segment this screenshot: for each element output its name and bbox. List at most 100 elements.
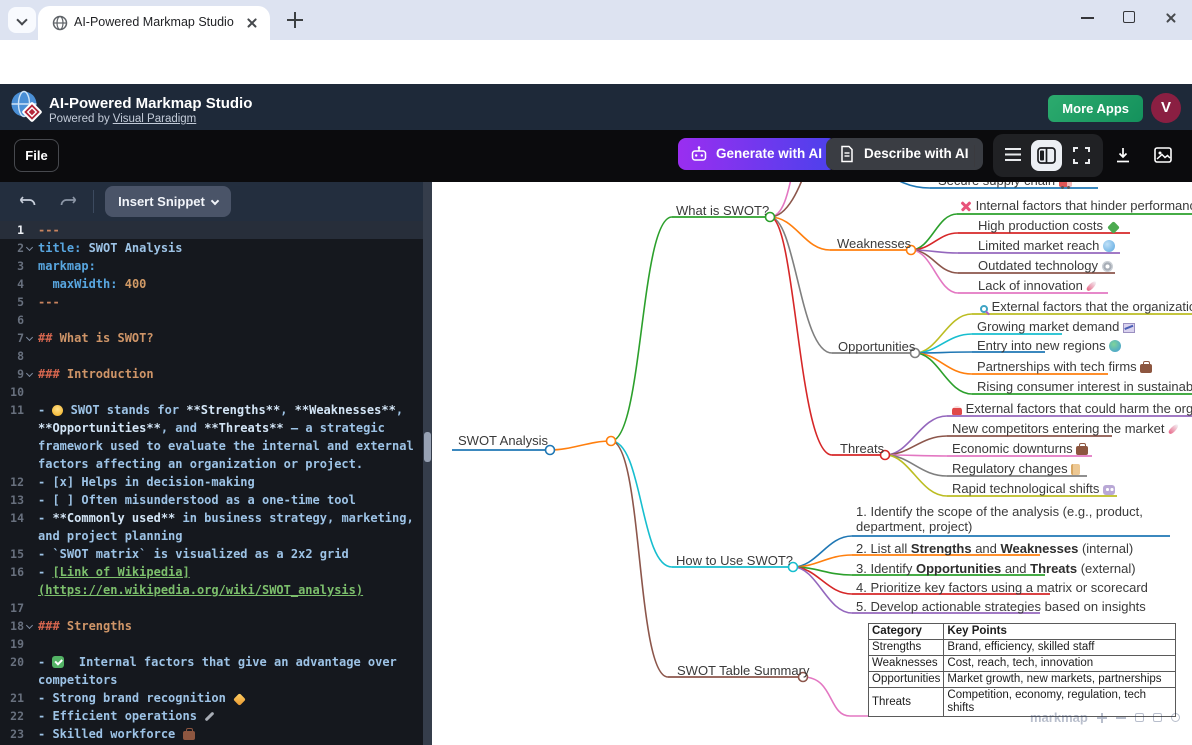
split-view-button[interactable] [1031,140,1062,171]
fold-chevron-icon[interactable] [26,244,33,251]
mindmap-node-opportunity-item-5[interactable]: Rising consumer interest in sustainabili… [977,379,1192,394]
mindmap-canvas[interactable]: SWOT Analysis What is SWOT? Secure supply … [432,182,1192,745]
undo-icon[interactable] [19,193,37,209]
editor-row[interactable]: 22- Efficient operations [0,707,424,725]
editor-row[interactable]: competitors [0,671,424,689]
zoom-in-icon[interactable] [1097,713,1107,723]
editor-row[interactable]: 1--- [0,221,424,239]
export-image-icon[interactable] [1153,145,1173,165]
mindmap-node-opportunity-item-2[interactable]: Growing market demand [977,319,1135,334]
rocket-icon [1168,423,1180,435]
editor-row[interactable]: 13- [ ] Often misunderstood as a one-tim… [0,491,424,509]
junction-node-circle[interactable] [607,437,616,446]
editor-row[interactable]: 5--- [0,293,424,311]
editor-row[interactable]: 12- [x] Helps in decision-making [0,473,424,491]
fold-chevron-icon[interactable] [26,370,33,377]
mindmap-node-threat-item-4[interactable]: Regulatory changes [952,461,1080,476]
new-tab-button[interactable] [286,11,304,29]
zoom-out-icon[interactable] [1116,717,1126,719]
line-number: 6 [0,311,24,329]
editor-row[interactable]: factors affecting an organization or pro… [0,455,424,473]
mindmap-node-howto-step-1[interactable]: 1. Identify the scope of the analysis (e… [856,504,1168,534]
markdown-editor[interactable]: 1---2title: SWOT Analysis3markmap:4 maxW… [0,221,424,745]
editor-row[interactable]: 10 [0,383,424,401]
generate-with-ai-button[interactable]: Generate with AI [678,138,836,170]
editor-row[interactable]: 8 [0,347,424,365]
mindmap-node-secure-supply-chain[interactable]: Secure supply chain [938,182,1072,188]
mindmap-node-howto-step-5[interactable]: 5. Develop actionable strategies based o… [856,599,1146,614]
fullscreen-map-icon[interactable] [1153,713,1162,722]
editor-row[interactable]: 16- [Link of Wikipedia] [0,563,424,581]
table-cell: Opportunities [869,672,944,688]
editor-row[interactable]: 17 [0,599,424,617]
editor-row[interactable]: 6 [0,311,424,329]
browser-active-tab[interactable]: AI-Powered Markmap Studio [38,6,270,40]
mindmap-node-weakness-item-2[interactable]: High production costs [978,218,1120,233]
mindmap-node-opportunity-item-4[interactable]: Partnerships with tech firms [977,359,1152,374]
mindmap-node-weaknesses[interactable]: Weaknesses [837,236,911,251]
editor-only-view-icon[interactable] [1005,148,1021,162]
mindmap-node-how-to-use-swot[interactable]: How to Use SWOT? [676,553,793,568]
window-maximize-button[interactable] [1123,11,1135,23]
editor-row[interactable]: 7## What is SWOT? [0,329,424,347]
editor-row[interactable]: 3markmap: [0,257,424,275]
powered-by-text: Powered by [49,113,110,125]
mindmap-node-threat-item-1[interactable]: External factors that could harm the org… [952,401,1192,416]
mindmap-node-howto-step-4[interactable]: 4. Prioritize key factors using a matrix… [856,580,1148,595]
mindmap-node-weakness-item-4[interactable]: Outdated technology [978,258,1113,273]
editor-row[interactable]: 9### Introduction [0,365,424,383]
editor-row[interactable]: 2title: SWOT Analysis [0,239,424,257]
visual-paradigm-link[interactable]: Visual Paradigm [113,113,197,125]
mindmap-node-howto-step-2[interactable]: 2. List all Strengths and Weaknesses (in… [856,541,1133,556]
fold-chevron-icon[interactable] [26,622,33,629]
window-minimize-button[interactable] [1081,10,1095,24]
mindmap-node-swot-analysis-root[interactable]: SWOT Analysis [458,433,548,448]
fold-chevron-icon[interactable] [26,334,33,341]
mindmap-node-howto-step-3[interactable]: 3. Identify Opportunities and Threats (e… [856,561,1136,576]
mindmap-node-threat-item-2[interactable]: New competitors entering the market [952,421,1179,436]
insert-snippet-button[interactable]: Insert Snippet [105,186,231,217]
refresh-map-icon[interactable] [1171,713,1180,722]
code-text: maxWidth: 400 [38,275,146,293]
fullscreen-view-icon[interactable] [1073,147,1090,164]
editor-row[interactable]: 21- Strong brand recognition [0,689,424,707]
window-close-button[interactable] [1163,10,1178,25]
mindmap-node-threat-item-3[interactable]: Economic downturns [952,441,1088,456]
mindmap-node-threats[interactable]: Threats [840,441,884,456]
editor-row[interactable]: and project planning [0,527,424,545]
mindmap-node-opportunity-item-3[interactable]: Entry into new regions [977,338,1121,353]
mindmap-node-opportunities[interactable]: Opportunities [838,339,915,354]
editor-row[interactable]: (https://en.wikipedia.org/wiki/SWOT_anal… [0,581,424,599]
mindmap-node-threat-item-5[interactable]: Rapid technological shifts [952,481,1115,496]
redo-icon[interactable] [59,193,77,209]
vp-account-avatar[interactable]: V [1151,93,1181,123]
mindmap-node-what-is-swot[interactable]: What is SWOT? [676,203,769,218]
line-number: 13 [0,491,24,509]
tab-close-icon[interactable] [244,15,260,31]
editor-row[interactable]: **Opportunities**, and **Threats** — a s… [0,419,424,437]
download-icon[interactable] [1113,145,1133,165]
mindmap-node-opportunity-item-1[interactable]: External factors that the organization c… [980,299,1192,314]
mindmap-node-weakness-item-3[interactable]: Limited market reach [978,238,1115,253]
editor-row[interactable]: 20- Internal factors that give an advant… [0,653,424,671]
editor-row[interactable]: 11- SWOT stands for **Strengths**, **Wea… [0,401,424,419]
editor-row[interactable]: 4 maxWidth: 400 [0,275,424,293]
editor-row[interactable]: 23- Skilled workforce [0,725,424,743]
mindmap-node-swot-table-summary[interactable]: SWOT Table Summary [677,663,809,678]
editor-row[interactable]: 19 [0,635,424,653]
editor-row[interactable]: 14- **Commonly used** in business strate… [0,509,424,527]
tab-search-chevron-button[interactable] [8,7,36,33]
editor-row[interactable]: 15- `SWOT matrix` is visualized as a 2x2… [0,545,424,563]
more-apps-button[interactable]: More Apps [1048,95,1143,122]
browser-address-bar: ai-toolbox.visual-paradigm.com/app/ai-po… [0,40,1192,84]
mindmap-node-weakness-item-1[interactable]: Internal factors that hinder performance [960,198,1192,213]
editor-row[interactable]: 18### Strengths [0,617,424,635]
editor-scrollbar[interactable] [423,182,432,745]
editor-row[interactable]: framework used to evaluate the internal … [0,437,424,455]
editor-scrollbar-thumb[interactable] [424,432,431,462]
mindmap-node-weakness-item-5[interactable]: Lack of innovation [978,278,1097,293]
toolbar-divider [974,145,975,167]
fit-view-icon[interactable] [1135,713,1144,722]
file-menu-button[interactable]: File [14,139,59,172]
describe-with-ai-button[interactable]: Describe with AI [826,138,983,170]
